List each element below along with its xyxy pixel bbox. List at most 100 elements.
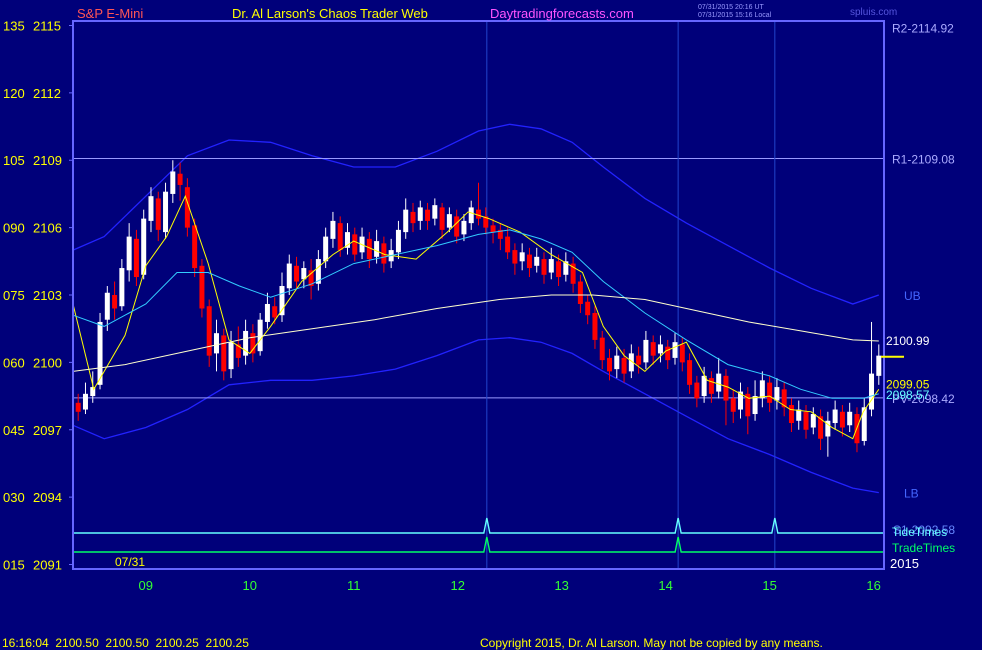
trade-times-label: TradeTimes	[892, 541, 955, 555]
x-tick-label: 13	[554, 578, 568, 593]
candle-body	[337, 223, 343, 251]
corner-mark: spluis.com	[850, 7, 897, 18]
y-tick-label-right: 2094	[33, 490, 62, 505]
candle-body	[410, 211, 416, 224]
candle-body	[796, 409, 802, 421]
candle-body	[476, 209, 481, 219]
candle-body	[395, 229, 401, 253]
candle-body	[548, 259, 554, 273]
y-tick-label-right: 2106	[33, 221, 62, 236]
level-label-r2: R2-2114.92	[892, 21, 954, 35]
candle-body	[192, 225, 198, 269]
site-link[interactable]: Daytradingforecasts.com	[490, 6, 634, 21]
candle-body	[716, 373, 722, 392]
candle-body	[788, 405, 794, 424]
candle-body	[672, 342, 678, 358]
candle-body	[730, 398, 736, 412]
y-tick-label-left: 105	[3, 153, 25, 168]
candle-body	[170, 171, 176, 194]
price-label: 2098.57	[886, 388, 930, 402]
candle-body	[119, 268, 125, 307]
level-label-r1: R1-2109.08	[892, 152, 955, 166]
candle-body	[468, 207, 474, 224]
x-tick-label: 15	[762, 578, 776, 593]
candle-body	[607, 357, 613, 372]
candle-body	[330, 220, 336, 239]
candle-body	[206, 306, 212, 356]
candle-body	[446, 214, 452, 228]
candle-body	[505, 236, 511, 253]
candle-body	[425, 209, 431, 221]
candle-body	[599, 337, 605, 361]
x-tick-label: 16	[866, 578, 880, 593]
candle-body	[577, 281, 583, 304]
tide-times-label: TideTimes	[892, 525, 947, 539]
candle-body	[221, 335, 227, 372]
candle-body	[294, 265, 300, 282]
x-tick-label: 14	[658, 578, 672, 593]
candle-body	[585, 301, 591, 316]
y-tick-label-left: 030	[3, 490, 25, 505]
candle-body	[432, 205, 438, 219]
candle-body	[759, 380, 765, 399]
candle-body	[614, 355, 620, 370]
candle-body	[774, 387, 780, 401]
candle-body	[112, 295, 118, 309]
candle-body	[519, 252, 525, 262]
candle-body	[163, 191, 169, 233]
y-tick-label-right: 2109	[33, 153, 62, 168]
band-label: LB	[904, 487, 919, 501]
candle-body	[847, 411, 853, 426]
author-title: Dr. Al Larson's Chaos Trader Web	[232, 6, 428, 21]
candle-body	[803, 411, 809, 430]
candle-body	[592, 312, 598, 340]
candle-body	[869, 373, 875, 410]
band-label: UB	[904, 289, 921, 303]
candle-body	[155, 198, 161, 230]
candle-body	[694, 382, 700, 399]
y-tick-label-right: 2103	[33, 288, 62, 303]
footer-quote: 16:16:04 2100.50 2100.50 2100.25 2100.25	[2, 636, 249, 650]
year-label: 2015	[890, 556, 919, 571]
candle-body	[286, 263, 292, 289]
y-tick-label-left: 015	[3, 558, 25, 573]
candle-body	[374, 241, 380, 257]
candle-body	[752, 396, 758, 415]
candle-body	[767, 382, 773, 403]
candle-body	[148, 196, 154, 221]
candle-body	[264, 303, 270, 322]
y-tick-label-right: 2112	[33, 86, 61, 101]
candle-body	[876, 355, 882, 376]
candle-body	[657, 344, 663, 354]
y-tick-label-left: 090	[3, 221, 25, 236]
candle-body	[323, 236, 329, 262]
candle-body	[490, 225, 496, 233]
candle-body	[541, 259, 547, 275]
candle-body	[104, 292, 110, 320]
y-tick-label-right: 2100	[33, 355, 62, 370]
time-local: 07/31/2015 15:16 Local	[698, 12, 772, 19]
candle-body	[403, 209, 409, 233]
y-tick-label-right: 2115	[33, 18, 61, 33]
footer-copyright: Copyright 2015, Dr. Al Larson. May not b…	[480, 636, 823, 650]
candle-body	[723, 375, 729, 401]
y-tick-label-right: 2091	[33, 558, 62, 573]
candle-body	[257, 319, 263, 352]
price-chart: 135 2115 120 2112 105 2109 090 2106 075 2103 060 21…	[0, 0, 982, 650]
candle-body	[839, 411, 845, 428]
y-tick-label-left: 075	[3, 288, 25, 303]
candle-body	[417, 207, 423, 221]
candle-body	[643, 339, 649, 363]
symbol-title: S&P E-Mini	[77, 6, 143, 21]
candle-body	[556, 261, 562, 278]
candle-body	[250, 333, 256, 354]
candle	[141, 209, 147, 280]
candle-body	[526, 254, 532, 269]
candle-body	[636, 355, 642, 365]
candle-body	[133, 238, 139, 278]
candle-body	[177, 173, 183, 185]
y-tick-label-left: 120	[3, 86, 25, 101]
candle-body	[126, 236, 132, 271]
x-tick-label: 10	[243, 578, 257, 593]
candle-body	[461, 220, 467, 235]
